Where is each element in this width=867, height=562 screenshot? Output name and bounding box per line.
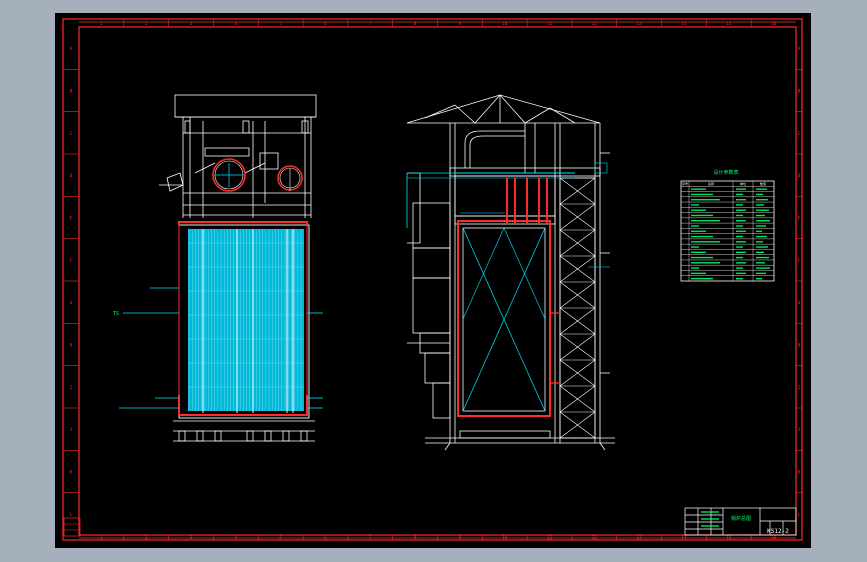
grid-right-letter: C [798, 131, 801, 137]
side-furnace-outline [457, 220, 551, 417]
grid-top-number: 6 [324, 21, 327, 27]
grid-right-letter: D [798, 173, 801, 179]
front-furnace [178, 221, 310, 419]
grid-left-letter: B [70, 89, 73, 95]
grid-bottom-number: 6 [324, 535, 327, 541]
grid-bottom-number: 12 [592, 535, 598, 541]
grid-right-letters: A B C D E F G H I J K L [798, 46, 801, 518]
grid-top-number: 5 [279, 21, 282, 27]
grid-right-letter: J [798, 427, 801, 433]
grid-left-letter: K [70, 470, 73, 476]
grid-bottom-number: 1 [100, 535, 103, 541]
grid-right-letter: A [798, 46, 801, 52]
grid-bottom-number: 5 [279, 535, 282, 541]
grid-bottom-number: 10 [502, 535, 508, 541]
table-header-cell: 名称 [708, 181, 714, 186]
grid-top-number: 14 [681, 21, 687, 27]
grid-right-letter: L [798, 512, 801, 518]
grid-top-number: 8 [414, 21, 417, 27]
grid-left-letter: C [70, 131, 73, 137]
grid-top-number: 15 [726, 21, 732, 27]
outer-frame [62, 18, 803, 541]
grid-top-number: 16 [771, 21, 777, 27]
front-supports [173, 420, 315, 442]
parameter-table: 设计参数表 序号 名称 单位 数值 [680, 169, 775, 282]
grid-right-letter: F [798, 258, 801, 264]
cad-viewport[interactable]: 1 2 3 4 5 6 7 8 9 10 11 12 13 14 15 16 1 2 3 4 5 6 7 8 9 10 11 12 1… [0, 0, 867, 562]
grid-bottom-number: 16 [771, 535, 777, 541]
title-block-entries [701, 511, 719, 527]
grid-top-number: 4 [234, 21, 237, 27]
grid-right-letter: K [798, 470, 801, 476]
grid-top-number: 7 [369, 21, 372, 27]
grid-bottom-number: 7 [369, 535, 372, 541]
grid-bottom-number: 13 [636, 535, 642, 541]
grid-right-letter: I [798, 385, 801, 391]
grid-top-number: 9 [459, 21, 462, 27]
grid-bottom-number: 8 [414, 535, 417, 541]
boiler-general-drawing: 1 2 3 4 5 6 7 8 9 10 11 12 13 14 15 16 1 2 3 4 5 6 7 8 9 10 11 12 1… [62, 18, 803, 541]
grid-right-letter: H [798, 343, 801, 349]
front-roof [174, 94, 317, 118]
grid-left-letter: F [70, 258, 73, 264]
grid-left-letter: A [70, 46, 73, 52]
grid-bottom-number: 2 [145, 535, 148, 541]
front-view [159, 94, 317, 218]
front-view-tag: TS [113, 311, 119, 317]
side-view [406, 94, 615, 451]
grid-right-letter: B [798, 89, 801, 95]
grid-top-number: 10 [502, 21, 508, 27]
grid-left-letter: J [70, 427, 73, 433]
grid-left-letter: L [70, 512, 73, 518]
grid-bottom-number: 15 [726, 535, 732, 541]
grid-top-number: 2 [145, 21, 148, 27]
grid-right-letter: G [798, 300, 801, 306]
grid-bottom-number: 4 [234, 535, 237, 541]
grid-right-letter: E [798, 216, 801, 222]
table-header-cell: 单位 [740, 181, 746, 186]
grid-top-number: 3 [190, 21, 193, 27]
grid-ticks [63, 19, 802, 540]
grid-left-letter: E [70, 216, 73, 222]
grid-bottom-number: 11 [547, 535, 553, 541]
table-header-cell: 序号 [682, 181, 688, 186]
grid-bottom-number: 3 [190, 535, 193, 541]
grid-top-number: 12 [592, 21, 598, 27]
grid-left-letters: A B C D E F G H I J K L [70, 46, 73, 518]
grid-top-number: 11 [547, 21, 553, 27]
parameter-table-title: 设计参数表 [713, 169, 738, 176]
corner-stamp [63, 517, 81, 537]
drawing-sheet: 1 2 3 4 5 6 7 8 9 10 11 12 13 14 15 16 1 2 3 4 5 6 7 8 9 10 11 12 1… [55, 13, 811, 548]
grid-left-letter: H [70, 343, 73, 349]
grid-left-letter: D [70, 173, 73, 179]
title-block-drawing-number: KS12-2 [767, 528, 789, 535]
table-header-cell: 数值 [760, 181, 766, 186]
grid-top-number: 13 [636, 21, 642, 27]
grid-left-letter: G [70, 300, 73, 306]
grid-top-number: 1 [100, 21, 103, 27]
grid-bottom-number: 9 [459, 535, 462, 541]
grid-bottom-number: 14 [681, 535, 687, 541]
title-block-name: 锅炉总图 [731, 515, 751, 522]
grid-left-letter: I [70, 385, 73, 391]
